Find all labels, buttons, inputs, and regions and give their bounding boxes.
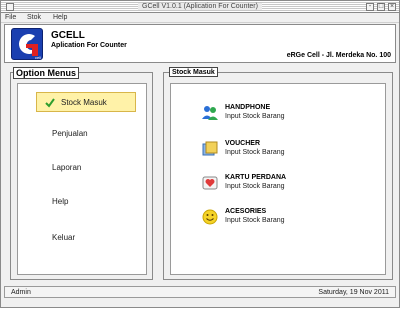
nav-label: Stock Masuk	[61, 98, 107, 107]
stock-item-subtitle: Input Stock Barang	[225, 183, 285, 190]
stock-item-subtitle: Input Stock Barang	[225, 149, 285, 156]
option-menus-title: Option Menus	[13, 67, 79, 79]
stock-item-title: HANDPHONE	[225, 104, 271, 111]
stock-voucher[interactable]: VOUCHER Input Stock Barang	[201, 138, 381, 162]
window-title: GCell V1.0.1 (Aplication For Counter)	[138, 3, 262, 10]
sim-card-icon	[202, 176, 218, 190]
nav-label: Laporan	[52, 163, 82, 172]
stock-item-subtitle: Input Stock Barang	[225, 217, 285, 224]
nav-penjualan[interactable]: Penjualan	[36, 124, 136, 144]
stock-masuk-title: Stock Masuk	[169, 67, 218, 77]
nav-laporan[interactable]: Laporan	[36, 158, 136, 178]
title-bar[interactable]: GCell V1.0.1 (Aplication For Counter) - …	[1, 1, 399, 13]
minimize-button[interactable]: -	[366, 3, 374, 11]
app-subtitle: Aplication For Counter	[51, 42, 127, 49]
stock-acesories[interactable]: ACESORIES Input Stock Barang	[201, 206, 381, 230]
voucher-icon	[202, 141, 218, 156]
store-address: eRGe Cell - Jl. Merdeka No. 100	[286, 52, 391, 59]
stock-kartu-perdana[interactable]: KARTU PERDANA Input Stock Barang	[201, 172, 381, 196]
status-bar: Admin Saturday, 19 Nov 2011	[4, 286, 396, 298]
option-menus-panel: Option Menus Stock Masuk Penjualan Lapor…	[10, 67, 153, 280]
stock-item-title: KARTU PERDANA	[225, 174, 287, 181]
option-menus-list: Stock Masuk Penjualan Laporan Help Kelua…	[17, 83, 147, 275]
status-user: Admin	[11, 289, 31, 296]
stock-item-title: ACESORIES	[225, 208, 267, 215]
window-menu-icon[interactable]	[6, 3, 14, 11]
stock-item-subtitle: Input Stock Barang	[225, 113, 285, 120]
menu-help[interactable]: Help	[53, 13, 67, 23]
stock-masuk-list: HANDPHONE Input Stock Barang VOUCHER Inp…	[170, 83, 386, 275]
app-name: GCELL	[51, 30, 85, 41]
app-header: cell GCELL Aplication For Counter eRGe C…	[4, 24, 396, 63]
stock-item-title: VOUCHER	[225, 140, 261, 147]
smiley-icon	[202, 209, 218, 225]
nav-label: Keluar	[52, 233, 76, 242]
nav-label: Penjualan	[52, 129, 88, 138]
svg-text:cell: cell	[35, 55, 41, 60]
close-button[interactable]: ×	[388, 3, 396, 11]
maximize-button[interactable]: □	[377, 3, 385, 11]
status-date: Saturday, 19 Nov 2011	[318, 289, 389, 296]
stock-handphone[interactable]: HANDPHONE Input Stock Barang	[201, 102, 381, 126]
nav-label: Help	[52, 197, 69, 206]
menu-stok[interactable]: Stok	[27, 13, 41, 23]
users-icon	[202, 106, 218, 120]
check-icon	[45, 98, 55, 108]
nav-stock-masuk[interactable]: Stock Masuk	[36, 92, 136, 112]
nav-help[interactable]: Help	[36, 192, 136, 212]
menu-file[interactable]: File	[5, 13, 16, 23]
nav-keluar[interactable]: Keluar	[36, 228, 136, 248]
app-window: GCell V1.0.1 (Aplication For Counter) - …	[0, 0, 400, 308]
stock-masuk-panel: Stock Masuk HANDPHONE Input Stock Barang…	[163, 67, 393, 280]
menu-bar: File Stok Help	[1, 13, 399, 23]
gcell-logo-icon: cell	[11, 28, 43, 60]
